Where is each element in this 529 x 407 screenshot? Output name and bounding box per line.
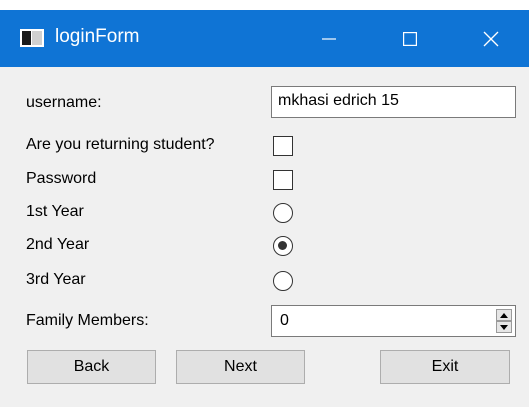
minimize-icon [322, 37, 336, 40]
maximize-icon [403, 31, 417, 46]
app-window-icon [20, 29, 44, 47]
spin-buttons [496, 309, 512, 333]
title-bar[interactable]: loginForm [0, 10, 529, 67]
year-1-label: 1st Year [26, 203, 84, 220]
returning-student-checkbox[interactable] [273, 136, 293, 156]
family-members-label: Family Members: [26, 312, 149, 329]
arrow-down-icon [500, 324, 508, 330]
login-form-window: loginForm username: mkhasi edrich 15 Are… [0, 10, 529, 407]
year-1-radio[interactable] [273, 203, 293, 223]
family-members-value: 0 [280, 312, 289, 329]
password-checkbox[interactable] [273, 170, 293, 190]
desktop-background [0, 0, 529, 10]
returning-student-label: Are you returning student? [26, 136, 215, 153]
maximize-button[interactable] [381, 10, 439, 67]
window-title: loginForm [55, 26, 140, 47]
minimize-button[interactable] [300, 10, 358, 67]
year-3-radio[interactable] [273, 271, 293, 291]
next-button[interactable]: Next [176, 350, 305, 384]
close-icon [483, 31, 499, 46]
password-label: Password [26, 170, 97, 187]
year-2-radio[interactable] [273, 236, 293, 256]
spin-up-button[interactable] [496, 309, 512, 321]
year-2-label: 2nd Year [26, 236, 90, 253]
spin-down-button[interactable] [496, 321, 512, 333]
year-3-label: 3rd Year [26, 271, 86, 288]
exit-button[interactable]: Exit [380, 350, 510, 384]
arrow-up-icon [500, 312, 508, 318]
username-input[interactable]: mkhasi edrich 15 [271, 86, 516, 118]
family-members-spinbox[interactable]: 0 [271, 305, 516, 337]
close-button[interactable] [462, 10, 520, 67]
back-button[interactable]: Back [27, 350, 156, 384]
username-label: username: [26, 94, 102, 111]
